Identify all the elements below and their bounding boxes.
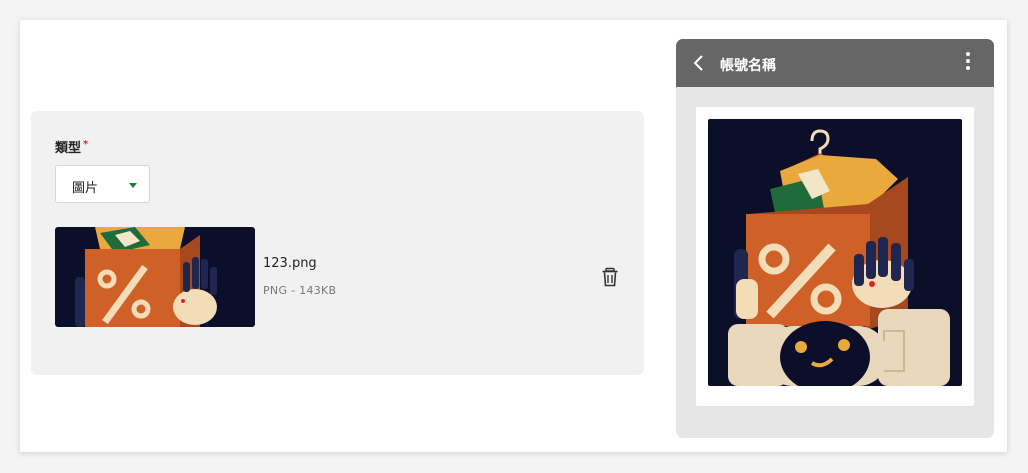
preview-image (708, 119, 962, 386)
account-name-title: 帳號名稱 (720, 58, 776, 74)
image-thumbnail (55, 227, 255, 327)
preview-header: 帳號名稱 (676, 39, 994, 87)
caret-down-icon (129, 183, 137, 188)
type-select-value: 圖片 (72, 181, 99, 196)
file-meta: PNG - 143KB (263, 284, 337, 297)
phone-preview: 帳號名稱 (676, 39, 994, 438)
chevron-left-icon[interactable] (690, 53, 710, 73)
type-select[interactable]: 圖片 (55, 165, 150, 203)
required-mark: * (83, 139, 89, 150)
type-field-label: 類型 * (55, 137, 88, 156)
trash-icon[interactable] (599, 266, 621, 288)
type-label-text: 類型 (55, 141, 82, 156)
preview-card (696, 107, 974, 406)
file-name: 123.png (263, 256, 317, 271)
kebab-menu-icon[interactable] (962, 52, 974, 74)
